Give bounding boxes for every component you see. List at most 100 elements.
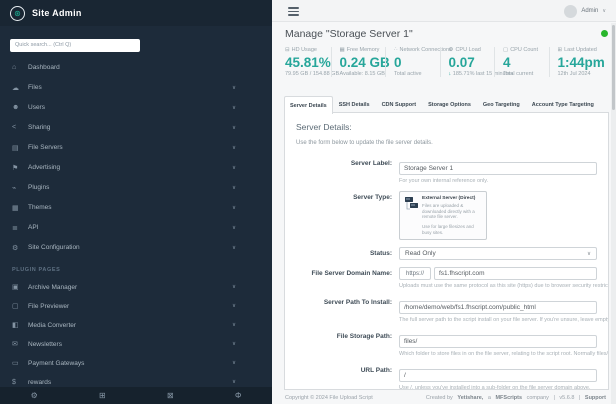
company-link[interactable]: MFScripts: [495, 395, 522, 401]
topbar: Admin ∨: [272, 0, 616, 22]
tab-geo-targeting[interactable]: Geo Targeting: [477, 96, 526, 113]
gear-icon[interactable]: ⚙: [31, 391, 38, 400]
stat-hd-usage: ⊟HD Usage 45.81% 79.95 GB / 154.88 GB: [285, 47, 331, 77]
stat-free-memory: ▦Free Memory 0.24 GB Available: 8.15 GB: [331, 47, 386, 77]
sidebar-logo[interactable]: ⊛ Site Admin: [0, 0, 272, 26]
network-icon: ∴: [394, 47, 398, 53]
storage-path-input[interactable]: [399, 335, 597, 348]
sidebar-item-plugins[interactable]: ⌁ Plugins ∨: [0, 178, 272, 198]
stat-value: 0: [394, 55, 440, 70]
support-link[interactable]: Support: [585, 395, 606, 401]
tab-cdn-support[interactable]: CDN Support: [376, 96, 423, 113]
storage-path-note: Which folder to store files in on the fi…: [399, 351, 597, 357]
server-label-input[interactable]: [399, 162, 597, 175]
storage-path-label: File Storage Path:: [296, 330, 399, 357]
stat-sub: Total active: [394, 71, 440, 77]
calendar-icon: ⊞: [558, 47, 563, 53]
lock-icon[interactable]: ⊠: [167, 391, 174, 400]
menu-toggle-button[interactable]: [288, 7, 299, 18]
domain-input[interactable]: [434, 267, 597, 280]
tab-ssh-details[interactable]: SSH Details: [333, 96, 376, 113]
sidebar-item-dashboard[interactable]: ⌂ Dashboard: [0, 58, 272, 78]
sidebar-item-files[interactable]: ☁ Files ∨: [0, 78, 272, 98]
server-icon: ▤: [12, 144, 28, 152]
hd-icon: ⊟: [285, 47, 290, 53]
api-icon: ≣: [12, 224, 28, 232]
sidebar-item-archive-manager[interactable]: ▣ Archive Manager ∨: [0, 278, 272, 297]
sidebar-item-file-servers[interactable]: ▤ File Servers ∨: [0, 138, 272, 158]
stat-cpu-load: ⚙CPU Load 0.07 ↓ 185.71% last 15 minutes: [440, 47, 495, 77]
sidebar-item-payment-gateways[interactable]: ▭ Payment Gateways ∨: [0, 354, 272, 373]
sidebar-footer: ⚙ ⊞ ⊠ Φ: [0, 387, 272, 404]
user-menu[interactable]: Admin ∨: [564, 0, 606, 22]
envelope-icon: ✉: [12, 340, 28, 348]
gear-icon: ⚙: [12, 244, 28, 252]
server-type-option[interactable]: External Server (Direct) Files are uploa…: [399, 191, 487, 240]
users-icon: ☻: [12, 104, 28, 111]
panel-intro: Use the form below to update the file se…: [296, 140, 597, 146]
server-type-label: Server Type:: [296, 191, 399, 240]
sidebar-item-advertising[interactable]: ⚑ Advertising ∨: [0, 158, 272, 178]
card-icon: ▭: [12, 359, 28, 367]
form-row-domain: File Server Domain Name: https:// Upload…: [296, 267, 597, 289]
chevron-down-icon: ∨: [232, 225, 236, 231]
power-icon[interactable]: Φ: [235, 391, 241, 400]
chevron-down-icon: ∨: [232, 284, 236, 290]
tab-account-type-targeting[interactable]: Account Type Targeting: [526, 96, 600, 113]
stat-sub: Available: 8.15 GB: [340, 71, 386, 77]
stat-value: 45.81%: [285, 55, 331, 70]
chevron-down-icon: ∨: [232, 205, 236, 211]
tab-server-details[interactable]: Server Details: [284, 96, 333, 114]
brand-link[interactable]: Yetishare,: [457, 395, 483, 401]
sidebar-item-file-previewer[interactable]: ▢ File Previewer ∨: [0, 297, 272, 316]
install-path-label: Server Path To Install:: [296, 296, 399, 323]
cpu-count-icon: ▢: [503, 47, 508, 53]
user-label: Admin: [581, 8, 598, 14]
sidebar-item-media-converter[interactable]: ◧ Media Converter ∨: [0, 316, 272, 335]
chevron-down-icon: ∨: [232, 165, 236, 171]
credits-text: Created by Yetishare, a MFScripts compan…: [426, 395, 606, 401]
stat-value: 1:44pm: [558, 55, 604, 70]
server-stack-icon: [405, 196, 418, 235]
dollar-icon: $: [12, 379, 28, 386]
site-logo-icon: ⊛: [10, 6, 25, 21]
chevron-down-icon: ∨: [232, 145, 236, 151]
sidebar-item-newsletters[interactable]: ✉ Newsletters ∨: [0, 335, 272, 354]
sidebar-item-site-configuration[interactable]: ⚙ Site Configuration ∨: [0, 238, 272, 258]
panel-heading: Server Details:: [296, 122, 597, 132]
stat-sub: Total current: [503, 71, 549, 77]
sidebar-item-api[interactable]: ≣ API ∨: [0, 218, 272, 238]
url-path-note: Use /, unless you've installed into a su…: [399, 385, 597, 390]
arrow-down-icon: ↓: [449, 71, 452, 77]
server-label-note: For your own internal reference only.: [399, 178, 597, 184]
form-row-install-path: Server Path To Install: The full server …: [296, 296, 597, 323]
stat-last-updated: ⊞Last Updated 1:44pm 12th Jul 2024: [549, 47, 604, 77]
url-path-input[interactable]: [399, 369, 597, 382]
protocol-prefix[interactable]: https://: [399, 267, 431, 280]
stat-cpu-count: ▢CPU Count 4 Total current: [494, 47, 549, 77]
sidebar-item-sharing[interactable]: < Sharing ∨: [0, 118, 272, 138]
chevron-down-icon: ∨: [232, 360, 236, 366]
scrollbar-thumb[interactable]: [612, 25, 615, 110]
memory-icon: ▦: [340, 47, 345, 53]
install-path-input[interactable]: [399, 301, 597, 314]
megaphone-icon: ⚑: [12, 164, 28, 172]
form-row-server-type: Server Type: External Server (Direct) Fi…: [296, 191, 597, 240]
search-input[interactable]: [10, 39, 140, 52]
expand-icon[interactable]: ⊞: [99, 391, 106, 400]
status-select[interactable]: Read Only ∨: [399, 247, 597, 260]
stat-value: 0.07: [449, 55, 495, 70]
tab-storage-options[interactable]: Storage Options: [422, 96, 477, 113]
form-row-status: Status: Read Only ∨: [296, 247, 597, 260]
image-icon: ▦: [12, 204, 28, 212]
avatar: [564, 5, 577, 18]
share-icon: <: [12, 124, 28, 131]
scrollbar[interactable]: [611, 23, 616, 404]
status-indicator: [601, 30, 608, 37]
sidebar-item-themes[interactable]: ▦ Themes ∨: [0, 198, 272, 218]
plugin-pages-section-label: PLUGIN PAGES: [0, 258, 272, 278]
sidebar-item-users[interactable]: ☻ Users ∨: [0, 98, 272, 118]
server-label-label: Server Label:: [296, 157, 399, 184]
stat-sub: ↓ 185.71% last 15 minutes: [449, 71, 495, 77]
form-row-server-label: Server Label: For your own internal refe…: [296, 157, 597, 184]
